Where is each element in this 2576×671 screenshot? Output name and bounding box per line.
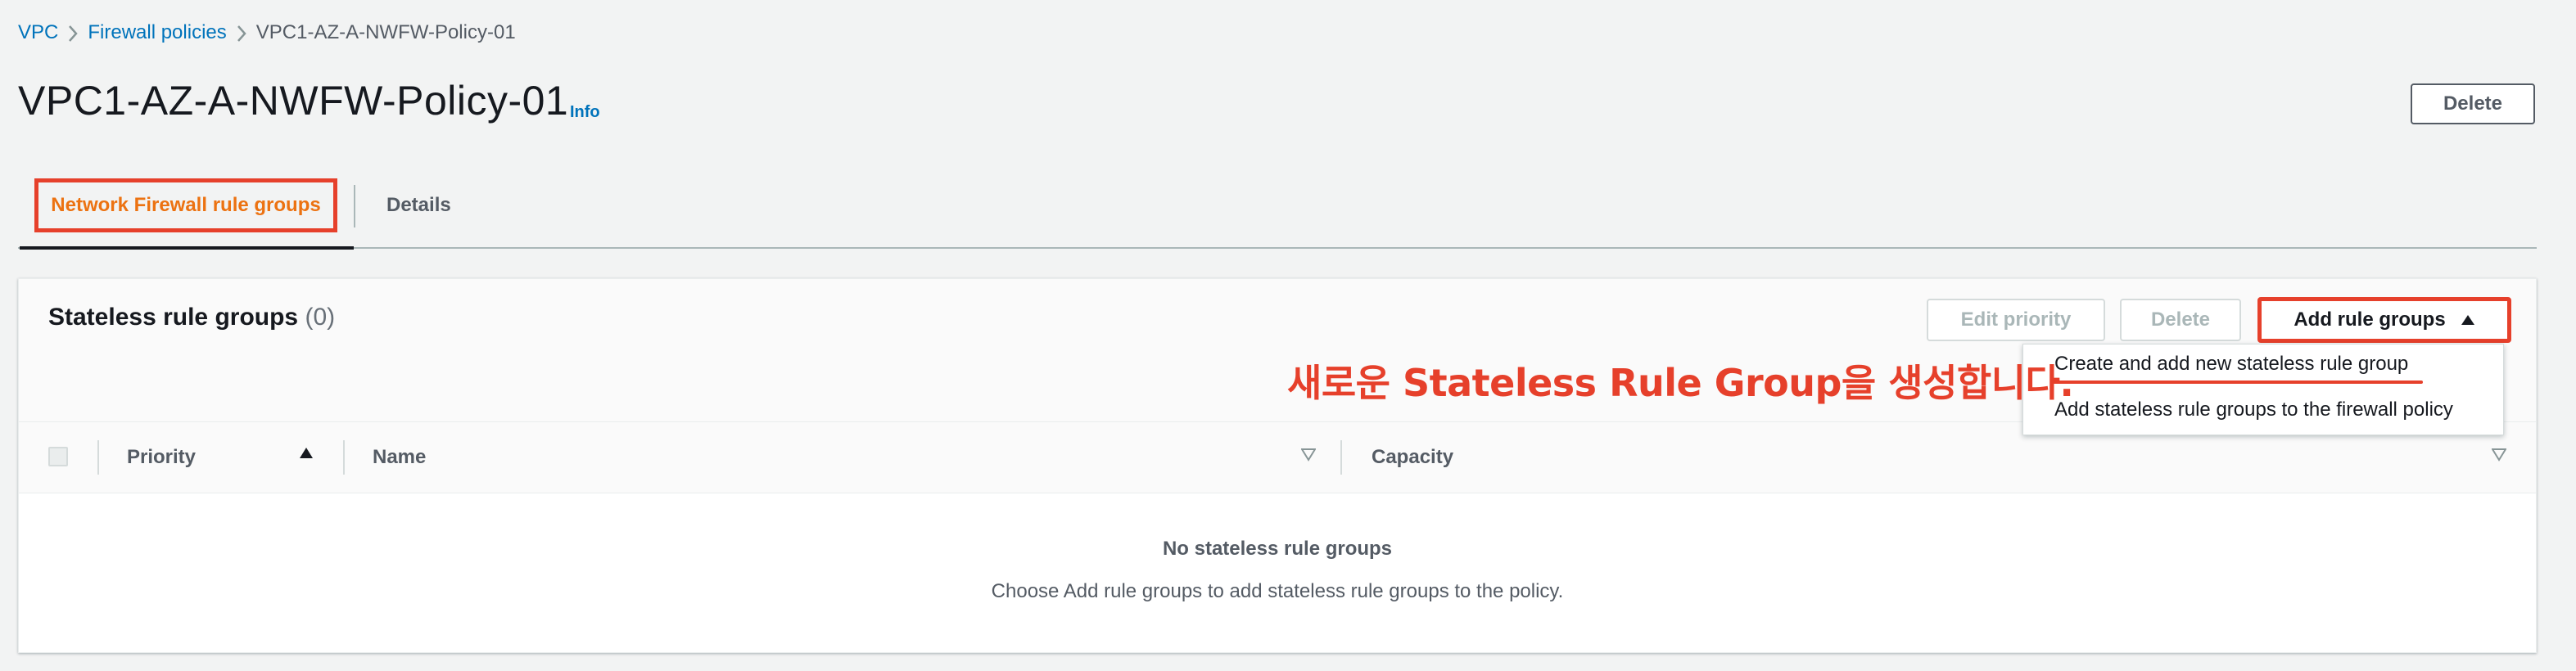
empty-state-description: Choose Add rule groups to add stateless … (991, 580, 1564, 602)
empty-state-title: No stateless rule groups (1162, 538, 1393, 560)
tab-network-firewall-rule-groups[interactable]: Network Firewall rule groups (34, 178, 337, 232)
chevron-right-icon (227, 21, 256, 44)
tab-divider (354, 185, 355, 227)
page-title: VPC1-AZ-A-NWFW-Policy-01 (18, 78, 569, 124)
active-tab-indicator (20, 246, 354, 250)
tab-bar: Network Firewall rule groups Details (18, 169, 2537, 250)
delete-rule-group-button[interactable]: Delete (2120, 299, 2241, 341)
annotation-text: 새로운 Stateless Rule Group을 생성합니다. (1287, 361, 2074, 405)
panel-count: (0) (305, 304, 336, 331)
breadcrumb-link-vpc[interactable]: VPC (18, 21, 58, 44)
column-divider (343, 440, 345, 475)
add-rule-groups-menu: Create and add new stateless rule group … (2022, 344, 2504, 435)
column-divider (1340, 440, 1342, 475)
sort-descending-icon[interactable] (1300, 448, 1317, 466)
highlight-underline (2053, 381, 2423, 384)
chevron-right-icon (58, 21, 88, 44)
info-link[interactable]: Info (570, 103, 600, 122)
menu-item-add-existing[interactable]: Add stateless rule groups to the firewal… (2054, 399, 2453, 421)
stateless-rule-groups-panel: Stateless rule groups (0) Edit priority … (18, 278, 2537, 653)
panel-title-text: Stateless rule groups (48, 304, 299, 331)
tab-details[interactable]: Details (386, 178, 451, 232)
column-header-name[interactable]: Name (373, 422, 426, 493)
panel-title: Stateless rule groups (0) (48, 304, 335, 331)
sort-ascending-icon[interactable] (299, 447, 314, 464)
menu-item-create-and-add[interactable]: Create and add new stateless rule group (2054, 353, 2408, 376)
column-header-priority[interactable]: Priority (127, 422, 196, 493)
column-divider (97, 440, 99, 475)
breadcrumb: VPC Firewall policies VPC1-AZ-A-NWFW-Pol… (18, 18, 516, 47)
add-rule-groups-label: Add rule groups (2294, 308, 2446, 331)
edit-priority-button[interactable]: Edit priority (1927, 299, 2105, 341)
sort-descending-icon[interactable] (2491, 448, 2507, 466)
breadcrumb-link-firewall-policies[interactable]: Firewall policies (88, 21, 226, 44)
caret-up-icon (2461, 308, 2475, 331)
add-rule-groups-button[interactable]: Add rule groups (2257, 297, 2511, 343)
breadcrumb-current: VPC1-AZ-A-NWFW-Policy-01 (255, 21, 516, 43)
column-header-capacity[interactable]: Capacity (1372, 422, 1453, 493)
select-all-checkbox[interactable] (48, 447, 68, 466)
delete-policy-button[interactable]: Delete (2411, 83, 2535, 124)
